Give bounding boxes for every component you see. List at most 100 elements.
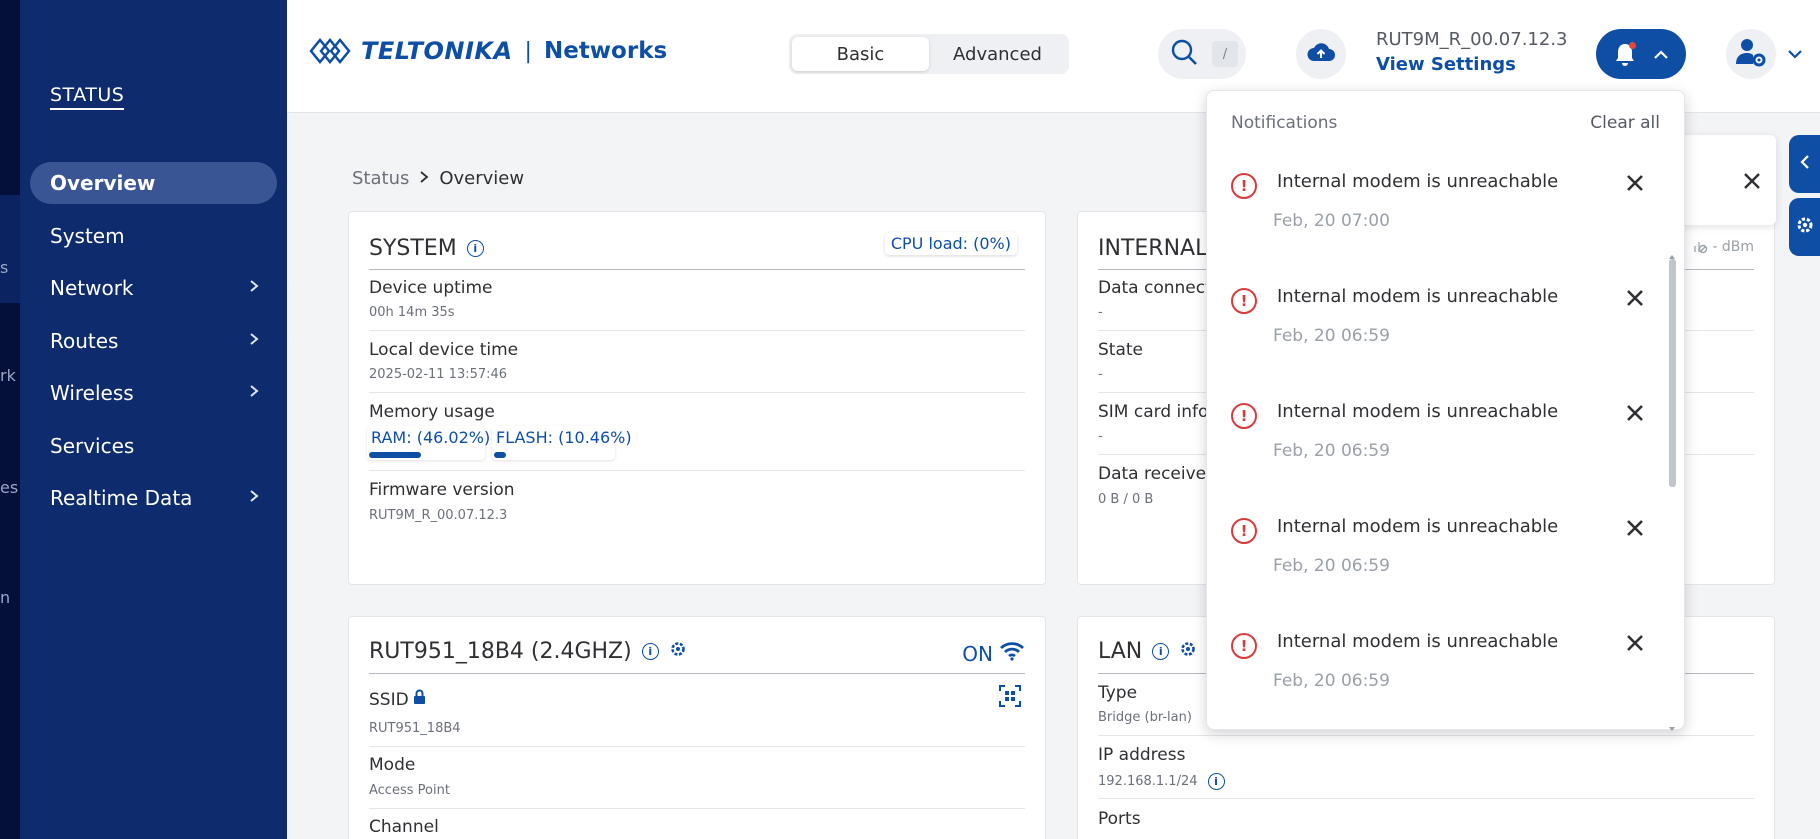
sidebar-item-services[interactable]: Services (30, 425, 277, 467)
flash-usage-label: FLASH: (10.46%) (496, 428, 632, 447)
system-card-title: SYSTEM i (369, 236, 484, 261)
wifi-state-label: ON (962, 641, 993, 666)
no-signal-icon (1692, 236, 1708, 258)
wifi-state[interactable]: ON (962, 641, 1025, 666)
firmware-version: RUT9M_R_00.07.12.3 (1376, 29, 1568, 50)
side-collapse-tab[interactable] (1789, 135, 1820, 193)
ip-address-value: 192.168.1.1/24 (1098, 774, 1198, 789)
chevron-right-icon (249, 279, 259, 297)
chevron-right-icon (249, 332, 259, 350)
brand-sub: Networks (543, 38, 668, 64)
search-button[interactable]: / (1158, 29, 1246, 79)
flash-usage-chip: FLASH: (10.46%) (492, 426, 632, 460)
close-icon[interactable] (1625, 633, 1645, 657)
ssid-value: RUT951_18B4 (369, 721, 461, 736)
sidebar-item-label: Network (50, 276, 134, 300)
info-icon[interactable]: i (641, 643, 659, 660)
teltonika-logo[interactable]: TELTONIKA | Networks (307, 32, 667, 70)
notification-time: Feb, 20 06:59 (1273, 326, 1390, 346)
notifications-panel: Notifications Clear all ! Internal modem… (1206, 90, 1685, 731)
chevron-left-icon (1799, 154, 1810, 174)
card-title-text: RUT951_18B4 (2.4GHZ) (369, 639, 632, 664)
sidebar-item-label: Wireless (50, 381, 134, 405)
rail-label: n (0, 588, 11, 607)
card-divider (369, 269, 1025, 270)
firmware-info: RUT9M_R_00.07.12.3 View Settings (1376, 29, 1568, 75)
gear-icon (1795, 215, 1815, 239)
lock-icon (413, 689, 426, 710)
error-icon: ! (1231, 288, 1257, 314)
memory-label: Memory usage (369, 402, 495, 422)
sidebar-item-label: Realtime Data (50, 486, 193, 510)
ports-label: Ports (1098, 809, 1141, 829)
internal-card-title: INTERNAL (1098, 236, 1208, 261)
cloud-upload-button[interactable] (1296, 29, 1346, 79)
close-icon[interactable] (1625, 518, 1645, 542)
view-settings-link[interactable]: View Settings (1376, 54, 1568, 75)
gear-icon[interactable] (1179, 639, 1197, 664)
rail-label: s (0, 258, 9, 277)
search-shortcut: / (1212, 41, 1238, 67)
notification-item: ! Internal modem is unreachable Feb, 20 … (1207, 387, 1667, 502)
info-icon[interactable]: i (1152, 643, 1170, 660)
user-settings-button[interactable] (1726, 29, 1776, 79)
side-settings-tab[interactable] (1789, 198, 1820, 256)
uptime-label: Device uptime (369, 278, 493, 298)
error-icon: ! (1231, 403, 1257, 429)
error-icon: ! (1231, 173, 1257, 199)
sidebar-item-overview[interactable]: Overview (30, 162, 277, 204)
ram-usage-chip: RAM: (46.02%) (367, 426, 490, 460)
sidebar-item-wireless[interactable]: Wireless (30, 372, 277, 414)
notification-message: Internal modem is unreachable (1277, 401, 1559, 422)
flash-usage-bar (494, 452, 507, 458)
brand-name: TELTONIKA (361, 37, 513, 65)
mode-advanced-button[interactable]: Advanced (929, 37, 1066, 71)
cpu-load-badge: CPU load: (0%) (884, 232, 1017, 255)
clear-all-button[interactable]: Clear all (1590, 113, 1660, 133)
mode-basic-button[interactable]: Basic (792, 37, 929, 71)
type-label: Type (1098, 683, 1138, 703)
sidebar: STATUS Overview System Network Routes Wi… (20, 0, 287, 839)
firmware-value: RUT9M_R_00.07.12.3 (369, 508, 508, 523)
user-gear-icon (1735, 37, 1767, 71)
chevron-right-icon (249, 489, 259, 507)
rail-active-strip (0, 195, 20, 303)
scroll-down-icon[interactable] (1668, 717, 1676, 736)
gear-icon[interactable] (669, 639, 687, 664)
notifications-scrollbar[interactable] (1669, 259, 1676, 487)
row-divider (369, 470, 1025, 471)
sidebar-item-network[interactable]: Network (30, 267, 277, 309)
rail-label: es (0, 478, 19, 497)
card-title-text: SYSTEM (369, 236, 457, 261)
signal-value: - dBm (1692, 236, 1754, 258)
sidebar-item-realtime-data[interactable]: Realtime Data (30, 477, 277, 519)
error-icon: ! (1231, 518, 1257, 544)
close-icon[interactable] (1625, 288, 1645, 312)
sidebar-item-routes[interactable]: Routes (30, 320, 277, 362)
type-value: Bridge (br-lan) (1098, 710, 1192, 725)
teltonika-logo-icon (309, 38, 351, 64)
firmware-label: Firmware version (369, 480, 515, 500)
close-icon[interactable] (1625, 403, 1645, 427)
left-rail: s rk es n (0, 0, 20, 839)
chevron-right-icon (249, 384, 259, 402)
state-label: State (1098, 340, 1143, 360)
notifications-title: Notifications (1231, 113, 1338, 133)
notification-item: ! Internal modem is unreachable Feb, 20 … (1207, 272, 1667, 387)
info-icon[interactable]: i (466, 240, 484, 257)
ip-address-row: 192.168.1.1/24 i (1098, 773, 1225, 790)
info-icon[interactable]: i (1207, 773, 1225, 790)
chevron-down-icon[interactable] (1787, 44, 1803, 63)
sidebar-item-label: Routes (50, 329, 119, 353)
breadcrumb-status[interactable]: Status (352, 168, 409, 189)
qr-code-icon[interactable] (999, 685, 1021, 711)
close-icon[interactable] (1625, 173, 1645, 197)
sidebar-item-system[interactable]: System (30, 215, 277, 257)
notifications-button[interactable] (1596, 29, 1686, 79)
mode-toggle: Basic Advanced (789, 34, 1069, 74)
ip-address-label: IP address (1098, 745, 1186, 765)
sidebar-section-title: STATUS (50, 84, 125, 110)
close-icon[interactable] (1742, 171, 1762, 195)
wifi-card-title: RUT951_18B4 (2.4GHZ) i (369, 639, 687, 664)
notification-time: Feb, 20 06:59 (1273, 671, 1390, 691)
